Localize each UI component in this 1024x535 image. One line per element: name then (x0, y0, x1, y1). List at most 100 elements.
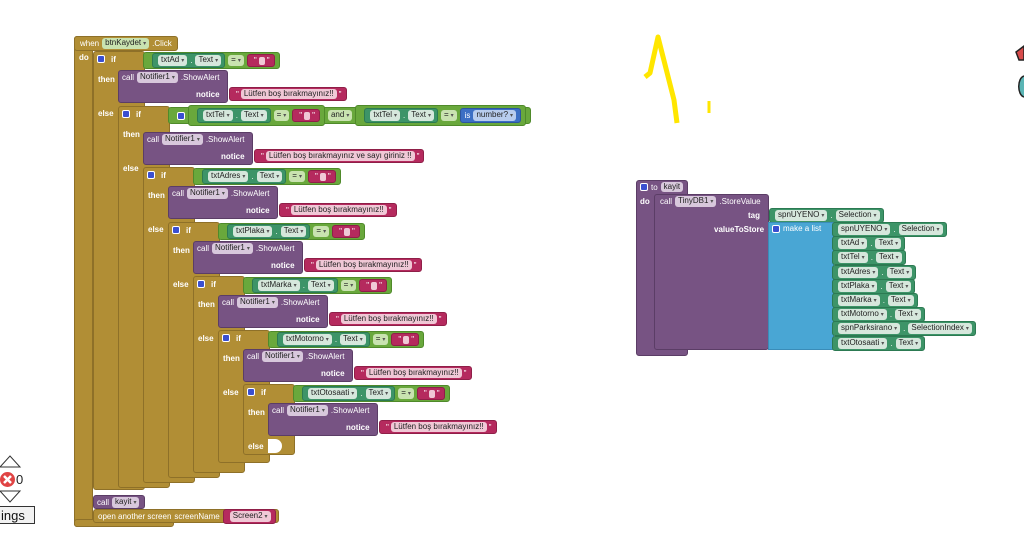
chevron-down-icon[interactable]: ▾ (915, 312, 918, 318)
chevron-down-icon[interactable]: ▾ (247, 246, 250, 252)
compare-block[interactable]: txtOtosaati ▾. Text ▾ = ▾ " " (293, 385, 450, 402)
chevron-down-icon[interactable]: ▾ (294, 283, 297, 289)
component-dropdown[interactable]: txtOtosaati ▾ (838, 337, 888, 349)
property-dropdown[interactable]: Selection ▾ (898, 224, 943, 235)
property-dropdown[interactable]: Text ▾ (875, 252, 902, 264)
component-dropdown[interactable]: txtPlaka ▾ (233, 226, 273, 237)
screen-name-value[interactable]: Screen2 ▾ (229, 510, 271, 522)
chevron-down-icon[interactable]: ▾ (881, 341, 884, 347)
chevron-down-icon[interactable]: ▾ (283, 113, 286, 119)
previous-warning-arrow[interactable] (0, 454, 24, 468)
chevron-down-icon[interactable]: ▾ (272, 300, 275, 306)
component-dropdown[interactable]: txtTel ▾ (203, 110, 233, 121)
chevron-down-icon[interactable]: ▾ (394, 113, 397, 119)
notifier-component-dropdown[interactable]: Notifier1 ▾ (162, 134, 203, 145)
component-getter-block[interactable]: txtTel ▾. Text ▾ (197, 108, 271, 123)
property-dropdown[interactable]: Text ▾ (408, 110, 434, 121)
empty-text-block[interactable]: " " (359, 279, 387, 292)
component-getter-block[interactable]: txtPlaka ▾. Text ▾ (832, 278, 916, 294)
chevron-down-icon[interactable]: ▾ (227, 113, 230, 119)
component-dropdown[interactable]: spnParksirano ▾ (838, 323, 901, 335)
property-dropdown[interactable]: Text ▾ (887, 295, 914, 306)
chevron-down-icon[interactable]: ▾ (872, 270, 875, 276)
notifier-component-dropdown[interactable]: Notifier1 ▾ (137, 72, 178, 83)
and-block[interactable]: txtTel ▾. Text ▾ = ▾ " " and ▾ txtTel ▾. Text ▾ = ▾ is nu… (168, 105, 532, 126)
text-block[interactable]: " Lütfen boş bırakmayınız!! " (354, 366, 472, 380)
chevron-down-icon[interactable]: ▾ (871, 284, 874, 290)
operator-dropdown[interactable]: = ▾ (313, 226, 330, 237)
blocks-workspace[interactable]: when btnKaydet ▾ .Click do if then else txtAd ▾. T… (0, 0, 1024, 535)
open-another-screen-block[interactable]: open another screen screenName Screen2 ▾ (93, 508, 279, 524)
component-getter-block[interactable]: txtTel ▾. Text ▾ (364, 108, 438, 123)
compare-block[interactable]: txtAd ▾. Text ▾ = ▾ " " (143, 52, 280, 69)
component-dropdown[interactable]: txtPlaka ▾ (838, 280, 878, 292)
component-getter-block[interactable]: txtAd ▾. Text ▾ (832, 236, 906, 252)
text-block[interactable]: " Lütfen boş bırakmayınız!! " (279, 203, 397, 217)
property-dropdown[interactable]: Text ▾ (280, 226, 307, 237)
chevron-down-icon[interactable]: ▾ (894, 326, 897, 332)
chevron-down-icon[interactable]: ▾ (937, 227, 940, 233)
operator-dropdown[interactable]: = ▾ (340, 280, 357, 291)
chevron-down-icon[interactable]: ▾ (881, 312, 884, 318)
chevron-down-icon[interactable]: ▾ (905, 284, 908, 290)
empty-text-block[interactable]: " " (391, 333, 420, 346)
property-dropdown[interactable]: Text ▾ (307, 280, 334, 291)
chevron-down-icon[interactable]: ▾ (451, 113, 454, 119)
component-getter-block[interactable]: spnUYENO ▾. Selection ▾ (769, 208, 884, 223)
chevron-down-icon[interactable]: ▾ (710, 199, 713, 205)
property-dropdown[interactable]: Text ▾ (886, 266, 913, 278)
component-dropdown[interactable]: txtMotorno ▾ (838, 309, 887, 321)
component-getter-block[interactable]: txtAdres ▾. Text ▾ (202, 169, 287, 184)
component-dropdown[interactable]: txtAd ▾ (158, 55, 188, 66)
property-dropdown[interactable]: Text ▾ (895, 337, 922, 349)
component-dropdown[interactable]: txtAdres ▾ (208, 171, 249, 182)
operator-dropdown[interactable]: = ▾ (228, 55, 244, 66)
chevron-down-icon[interactable]: ▾ (266, 229, 269, 235)
property-dropdown[interactable]: Text ▾ (365, 388, 392, 399)
operator-dropdown[interactable]: = ▾ (398, 388, 414, 399)
chevron-down-icon[interactable]: ▾ (908, 298, 911, 304)
procedure-name-field[interactable]: kayit (660, 182, 684, 192)
text-value[interactable]: Lütfen boş bırakmayınız!! (365, 368, 462, 378)
chevron-down-icon[interactable]: ▾ (261, 113, 264, 119)
text-block[interactable]: " Lütfen boş bırakmayınız ve sayı girini… (254, 149, 425, 163)
tinydb-component-dropdown[interactable]: TinyDB1 ▾ (675, 196, 717, 207)
component-getter-block[interactable]: txtOtosaati ▾. Text ▾ (832, 335, 926, 351)
text-block[interactable]: " Lütfen boş bırakmayınız!! " (229, 87, 347, 101)
text-block[interactable]: " Lütfen boş bırakmayınız!! " (304, 258, 422, 272)
screen-name-text-block[interactable]: Screen2 ▾ (222, 508, 276, 524)
component-getter-block[interactable]: txtTel ▾. Text ▾ (832, 250, 906, 266)
property-dropdown[interactable]: Text ▾ (895, 309, 921, 321)
chevron-down-icon[interactable]: ▾ (323, 229, 326, 235)
property-dropdown[interactable]: Selection ▾ (835, 210, 880, 221)
compare-block[interactable]: txtTel ▾. Text ▾ = ▾ " " (188, 105, 325, 126)
property-dropdown[interactable]: Text ▾ (240, 110, 267, 121)
component-dropdown[interactable]: spnUYENO ▾ (838, 224, 891, 235)
chevron-down-icon[interactable]: ▾ (382, 337, 385, 343)
chevron-down-icon[interactable]: ▾ (297, 354, 300, 360)
component-getter-block[interactable]: txtOtosaati ▾. Text ▾ (302, 386, 396, 401)
gear-icon[interactable] (640, 183, 648, 191)
make-a-list-block[interactable] (768, 222, 834, 350)
component-getter-block[interactable]: spnUYENO ▾. Selection ▾ (832, 222, 947, 237)
component-dropdown[interactable]: txtAdres ▾ (838, 266, 879, 278)
number-type-dropdown[interactable]: number? ▾ (473, 110, 517, 121)
operator-dropdown[interactable]: = ▾ (273, 110, 290, 121)
text-block[interactable]: " Lütfen boş bırakmayınız!! " (329, 312, 447, 326)
is-number-block[interactable]: is number? ▾ (459, 108, 522, 123)
component-dropdown[interactable]: txtMotorno ▾ (283, 334, 332, 345)
component-getter-block[interactable]: txtMarka ▾. Text ▾ (832, 293, 918, 308)
text-value[interactable]: Lütfen boş bırakmayınız!! (315, 260, 412, 270)
component-dropdown[interactable]: txtMarka ▾ (838, 295, 880, 306)
gear-icon[interactable] (222, 334, 230, 342)
chevron-down-icon[interactable]: ▾ (215, 58, 218, 64)
chevron-down-icon[interactable]: ▾ (861, 241, 864, 247)
empty-text-block[interactable]: " " (307, 170, 336, 183)
chevron-down-icon[interactable]: ▾ (821, 213, 824, 219)
component-getter-block[interactable]: txtAdres ▾. Text ▾ (832, 264, 917, 280)
component-dropdown[interactable]: txtMarka ▾ (258, 280, 300, 291)
chevron-down-icon[interactable]: ▾ (299, 174, 302, 180)
component-getter-block[interactable]: spnParksirano ▾. SelectionIndex ▾ (832, 321, 976, 337)
next-warning-arrow[interactable] (0, 490, 24, 504)
chevron-down-icon[interactable]: ▾ (408, 391, 411, 397)
